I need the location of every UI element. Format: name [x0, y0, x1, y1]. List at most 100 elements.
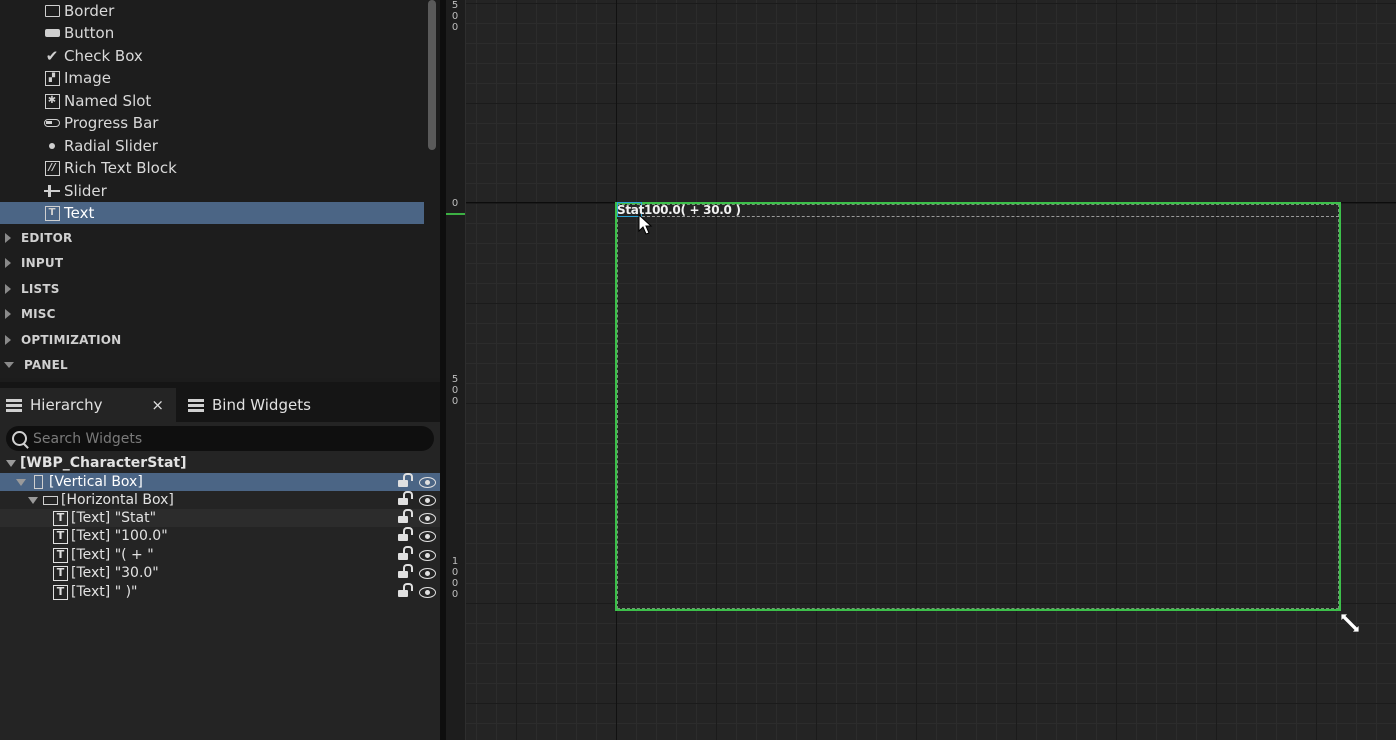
palette-item-label: Slider	[64, 182, 107, 200]
text-icon: T	[53, 565, 68, 581]
category-label: OPTIMIZATION	[21, 332, 122, 347]
tree-row-text[interactable]: T [Text] "( + "	[0, 545, 440, 564]
tree-row-label: [Text] "( + "	[71, 547, 154, 563]
text-icon: T	[53, 510, 68, 526]
vertical-ruler: 500 0 500 1000	[446, 0, 466, 740]
tab-bind-widgets[interactable]: Bind Widgets	[180, 388, 380, 422]
palette-item-button[interactable]: Button	[0, 22, 424, 44]
palette-item-label: Progress Bar	[64, 114, 159, 132]
vertical-box-icon	[34, 475, 43, 489]
text-icon: T	[53, 584, 68, 600]
tree-row-text[interactable]: T [Text] "Stat"	[0, 508, 440, 527]
tree-row-text[interactable]: T [Text] " )"	[0, 582, 440, 601]
unlock-icon[interactable]	[398, 526, 413, 542]
palette-item-label: Check Box	[64, 47, 143, 65]
visibility-eye-icon[interactable]	[419, 494, 436, 506]
ruler-label: 1000	[451, 556, 459, 600]
mouse-cursor-icon	[638, 214, 653, 235]
palette-item-named-slot[interactable]: ✱ Named Slot	[0, 90, 424, 112]
category-input[interactable]: INPUT	[0, 250, 424, 275]
tree-row-text[interactable]: T [Text] "30.0"	[0, 563, 440, 582]
list-icon	[6, 398, 22, 412]
text-icon: T	[53, 547, 68, 563]
unlock-icon[interactable]	[398, 563, 413, 579]
category-label: MISC	[21, 306, 56, 321]
ruler-label: 500	[451, 374, 459, 407]
tab-label: Hierarchy	[30, 396, 103, 414]
palette-item-rich-text-block[interactable]: // Rich Text Block	[0, 157, 424, 179]
category-editor[interactable]: EDITOR	[0, 225, 424, 250]
unlock-icon[interactable]	[398, 490, 413, 506]
palette-item-radial-slider[interactable]: Radial Slider	[0, 135, 424, 157]
palette-item-label: Border	[64, 2, 115, 20]
tab-label: Bind Widgets	[212, 396, 311, 414]
visibility-eye-icon[interactable]	[419, 512, 436, 524]
designer-canvas[interactable]: Stat100.0( + 30.0 )	[466, 0, 1396, 740]
vertical-box-bounds[interactable]	[617, 204, 1339, 609]
category-panel[interactable]: PANEL	[0, 352, 424, 377]
named-slot-icon: ✱	[44, 93, 60, 109]
palette-scrollbar[interactable]	[428, 0, 436, 150]
tree-row-label: [Text] " )"	[71, 584, 138, 600]
left-panel: Border Button ✔ Check Box ▞ Image ✱ Name…	[0, 0, 440, 740]
category-optimization[interactable]: OPTIMIZATION	[0, 327, 424, 352]
palette-item-check-box[interactable]: ✔ Check Box	[0, 45, 424, 67]
tree-row-horizontal-box[interactable]: [Horizontal Box]	[0, 490, 440, 509]
category-label: INPUT	[21, 255, 64, 270]
unlock-icon[interactable]	[398, 545, 413, 561]
progress-bar-icon	[44, 115, 60, 131]
text-icon: T	[53, 528, 68, 544]
tree-row-text[interactable]: T [Text] "100.0"	[0, 526, 440, 545]
category-label: LISTS	[21, 281, 60, 296]
unlock-icon[interactable]	[398, 582, 413, 598]
expand-arrow-icon	[5, 308, 11, 319]
tree-row-vertical-box[interactable]: [Vertical Box]	[0, 472, 440, 491]
panel-tab-bar: Hierarchy × Bind Widgets	[0, 382, 440, 422]
collapse-arrow-icon	[6, 459, 16, 467]
tree-row-label: [Horizontal Box]	[61, 492, 174, 508]
expand-arrow-icon	[5, 334, 11, 345]
tree-row-label: [Text] "Stat"	[71, 510, 157, 526]
ruler-selection-marker	[446, 213, 465, 215]
palette-item-progress-bar[interactable]: Progress Bar	[0, 112, 424, 134]
category-label: PANEL	[24, 357, 68, 372]
palette-item-label: Image	[64, 69, 111, 87]
palette-item-label: Radial Slider	[64, 137, 158, 155]
visibility-eye-icon[interactable]	[419, 567, 436, 579]
ruler-label: 0	[451, 198, 459, 209]
category-misc[interactable]: MISC	[0, 301, 424, 326]
palette-item-label: Rich Text Block	[64, 159, 177, 177]
visibility-eye-icon[interactable]	[419, 586, 436, 598]
tree-row-root[interactable]: [WBP_CharacterStat]	[0, 454, 440, 472]
expand-arrow-icon	[5, 257, 11, 268]
checkbox-icon: ✔	[45, 47, 59, 65]
palette-item-border[interactable]: Border	[0, 0, 424, 22]
palette-item-label: Text	[64, 204, 95, 222]
radial-slider-icon	[44, 138, 60, 154]
unlock-icon[interactable]	[398, 472, 413, 488]
preview-text[interactable]: Stat100.0( + 30.0 )	[617, 203, 741, 217]
widget-palette: Border Button ✔ Check Box ▞ Image ✱ Name…	[0, 0, 440, 378]
close-icon[interactable]: ×	[151, 396, 164, 414]
visibility-eye-icon[interactable]	[419, 530, 436, 542]
palette-item-image[interactable]: ▞ Image	[0, 67, 424, 89]
category-label: EDITOR	[21, 230, 73, 245]
palette-item-slider[interactable]: Slider	[0, 180, 424, 202]
ruler-label: 500	[451, 0, 459, 33]
resize-handle-icon[interactable]	[1339, 612, 1361, 634]
collapse-arrow-icon	[28, 496, 38, 504]
slider-icon	[44, 183, 60, 199]
palette-item-label: Named Slot	[64, 92, 152, 110]
button-icon	[44, 25, 60, 41]
visibility-eye-icon[interactable]	[419, 476, 436, 488]
search-bar	[6, 426, 434, 451]
collapse-arrow-icon	[16, 478, 26, 486]
list-icon	[188, 398, 204, 412]
category-lists[interactable]: LISTS	[0, 276, 424, 301]
hierarchy-panel: [WBP_CharacterStat] [Vertical Box] [Hori…	[0, 422, 440, 740]
palette-item-text[interactable]: T Text	[0, 202, 424, 224]
search-input[interactable]	[33, 430, 413, 447]
tab-hierarchy[interactable]: Hierarchy ×	[0, 388, 176, 422]
unlock-icon[interactable]	[398, 508, 413, 524]
visibility-eye-icon[interactable]	[419, 549, 436, 561]
